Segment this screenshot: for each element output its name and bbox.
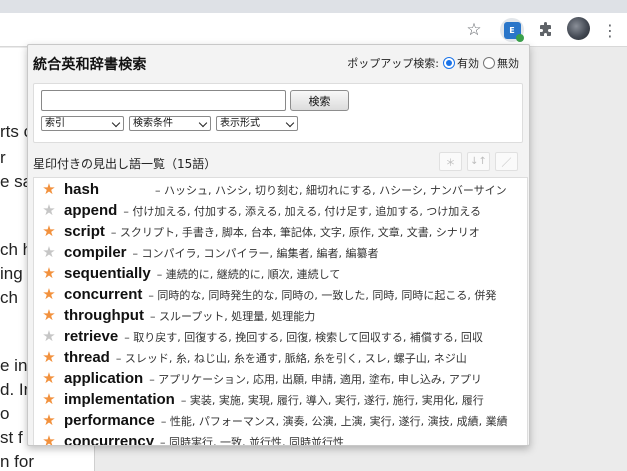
radio-enabled[interactable] (443, 57, 455, 69)
star-empty-icon[interactable]: ★ (34, 327, 64, 345)
headword[interactable]: compiler (64, 244, 127, 261)
headword[interactable]: sequentially (64, 265, 151, 282)
more-vert-icon[interactable]: ⋮ (598, 18, 622, 42)
headword[interactable]: concurrent (64, 286, 142, 303)
list-item[interactable]: ★ sequentially – 連続的に, 継続的に, 順次, 連続して (34, 264, 527, 285)
bookmark-star-icon[interactable]: ☆ (462, 18, 486, 42)
page-text-line: r (0, 148, 6, 167)
headword[interactable]: retrieve (64, 328, 118, 345)
star-filled-icon[interactable]: ★ (34, 432, 64, 445)
dictionary-extension-icon: E (503, 21, 524, 42)
headword[interactable]: hash (64, 181, 99, 198)
radio-disabled-label[interactable]: 無効 (497, 55, 519, 71)
star-empty-icon[interactable]: ★ (34, 201, 64, 219)
definition: – 実装, 実施, 実現, 履行, 導入, 実行, 遂行, 施行, 実用化, 履… (180, 394, 484, 407)
radio-enabled-label[interactable]: 有効 (457, 55, 479, 71)
page-text-line: st f (0, 428, 23, 447)
star-filled-icon[interactable]: ★ (34, 222, 64, 240)
headword[interactable]: application (64, 370, 143, 387)
list-item[interactable]: ★ application – アプリケーション, 応用, 出願, 申請, 適用, … (34, 369, 527, 390)
list-item[interactable]: ★ implementation – 実装, 実施, 実現, 履行, 導入, 実行,… (34, 390, 527, 411)
list-item[interactable]: ★ concurrency – 同時実行, 一致, 並行性, 同時並行性 (34, 432, 527, 446)
definition: – 連続的に, 継続的に, 順次, 連続して (156, 268, 341, 281)
definition: – アプリケーション, 応用, 出願, 申請, 適用, 塗布, 申し込み, アプ… (149, 373, 482, 386)
definition: – 付け加える, 付加する, 添える, 加える, 付け足す, 追加する, つけ加… (123, 205, 481, 218)
starred-word-list: ★ hash – ハッシュ, ハシシ, 切り刻む, 細切れにする, ハシーシ, ナン… (33, 177, 528, 446)
definition: – 同時的な, 同時発生的な, 同時の, 一致した, 同時, 同時に起こる, 併… (148, 289, 497, 302)
star-filled-icon[interactable]: ★ (34, 369, 64, 387)
star-filled-icon[interactable]: ★ (34, 306, 64, 324)
format-select[interactable]: 表示形式 (216, 116, 298, 131)
popup-search-setting: ポップアップ検索: 有効 無効 (347, 55, 519, 71)
definition: – 性能, パフォーマンス, 演奏, 公演, 上演, 実行, 遂行, 演技, 成… (160, 415, 508, 428)
search-input[interactable] (41, 90, 286, 111)
star-filled-icon[interactable]: ★ (34, 285, 64, 303)
headword[interactable]: performance (64, 412, 155, 429)
definition: – スクリプト, 手書き, 脚本, 台本, 筆記体, 文字, 原作, 文章, 文… (110, 226, 480, 239)
list-item[interactable]: ★ retrieve – 取り戻す, 回復する, 挽回する, 回復, 検索して回収す… (34, 327, 527, 348)
star-empty-icon[interactable]: ★ (34, 243, 64, 261)
extensions-puzzle-icon[interactable] (534, 18, 558, 42)
definition: – 同時実行, 一致, 並行性, 同時並行性 (160, 436, 345, 446)
star-filled-icon[interactable]: ★ (34, 348, 64, 366)
definition: – スレッド, 糸, ねじ山, 糸を通す, 脈絡, 糸を引く, スレ, 螺子山,… (115, 352, 467, 365)
page-text-line: o (0, 404, 10, 423)
index-select[interactable]: 索引 (41, 116, 124, 131)
page-text-line: ch (0, 288, 18, 307)
edit-icon[interactable]: ／ (495, 152, 518, 171)
definition: – 取り戻す, 回復する, 挽回する, 回復, 検索して回収する, 補償する, … (124, 331, 483, 344)
page-text-line: ing (0, 264, 23, 283)
page-text-line: e in (0, 356, 28, 375)
list-item[interactable]: ★ append – 付け加える, 付加する, 添える, 加える, 付け足す, 追加… (34, 201, 527, 222)
conditions-select[interactable]: 検索条件 (129, 116, 211, 131)
search-button[interactable]: 検索 (290, 90, 349, 111)
star-filled-icon[interactable]: ★ (34, 390, 64, 408)
definition: – スループット, 処理量, 処理能力 (149, 310, 316, 323)
profile-avatar[interactable] (567, 17, 590, 40)
list-item[interactable]: ★ thread – スレッド, 糸, ねじ山, 糸を通す, 脈絡, 糸を引く, ス… (34, 348, 527, 369)
headword[interactable]: concurrency (64, 433, 154, 445)
tab-strip (0, 0, 627, 13)
headword[interactable]: append (64, 202, 117, 219)
list-item[interactable]: ★ hash – ハッシュ, ハシシ, 切り刻む, 細切れにする, ハシーシ, ナン… (34, 180, 527, 201)
headword[interactable]: throughput (64, 307, 144, 324)
starred-list-header: 星印付きの見出し語一覧（15語） (33, 157, 217, 171)
search-panel: 検索 索引 検索条件 表示形式 (33, 83, 523, 143)
list-item[interactable]: ★ throughput – スループット, 処理量, 処理能力 (34, 306, 527, 327)
star-filled-icon[interactable]: ★ (34, 264, 64, 282)
browser-toolbar: ☆ E ⋮ (0, 13, 627, 47)
popup-search-label: ポップアップ検索: (347, 57, 439, 70)
headword[interactable]: script (64, 223, 105, 240)
headword[interactable]: thread (64, 349, 110, 366)
list-item[interactable]: ★ script – スクリプト, 手書き, 脚本, 台本, 筆記体, 文字, 原作… (34, 222, 527, 243)
page-text-line: n for (0, 452, 35, 471)
definition: – コンパイラ, コンパイラー, 編集者, 編者, 編纂者 (132, 247, 379, 260)
list-item[interactable]: ★ concurrent – 同時的な, 同時発生的な, 同時の, 一致した, 同時… (34, 285, 527, 306)
dictionary-popup: 統合英和辞書検索 ポップアップ検索: 有効 無効 検索 索引 検索条件 表示形式… (27, 44, 530, 446)
popup-title: 統合英和辞書検索 (33, 57, 147, 73)
list-item[interactable]: ★ performance – 性能, パフォーマンス, 演奏, 公演, 上演, 実… (34, 411, 527, 432)
headword[interactable]: implementation (64, 391, 175, 408)
dictionary-extension-button[interactable]: E (500, 18, 524, 42)
page-text-line: d. Ir (0, 380, 30, 399)
sort-icon[interactable]: ↓↑ (467, 152, 490, 171)
star-filled-icon[interactable]: ★ (34, 180, 64, 198)
star-filled-icon[interactable]: ★ (34, 411, 64, 429)
definition: – ハッシュ, ハシシ, 切り刻む, 細切れにする, ハシーシ, ナンバーサイン (155, 184, 507, 197)
radio-disabled[interactable] (483, 57, 495, 69)
list-item[interactable]: ★ compiler – コンパイラ, コンパイラー, 編集者, 編者, 編纂者 (34, 243, 527, 264)
asterisk-icon[interactable]: ＊ (439, 152, 462, 171)
